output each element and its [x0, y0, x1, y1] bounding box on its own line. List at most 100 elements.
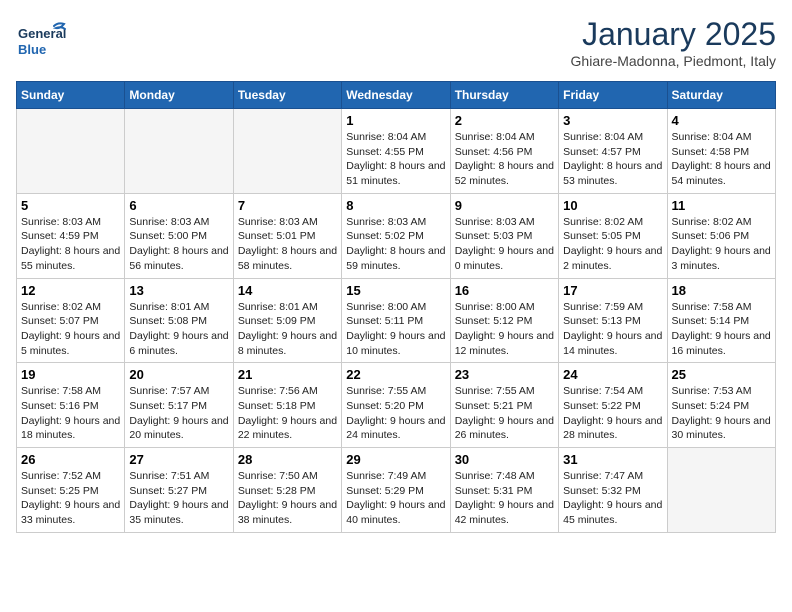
day-number: 13: [129, 283, 228, 298]
day-number: 19: [21, 367, 120, 382]
day-number: 23: [455, 367, 554, 382]
day-number: 25: [672, 367, 771, 382]
day-number: 5: [21, 198, 120, 213]
day-info: Sunrise: 7:49 AM Sunset: 5:29 PM Dayligh…: [346, 469, 445, 528]
day-number: 4: [672, 113, 771, 128]
day-header-saturday: Saturday: [667, 82, 775, 109]
day-info: Sunrise: 7:55 AM Sunset: 5:20 PM Dayligh…: [346, 384, 445, 443]
calendar-cell: 20Sunrise: 7:57 AM Sunset: 5:17 PM Dayli…: [125, 363, 233, 448]
calendar-cell: 27 Sunrise: 7:51 AM Sunset: 5:27 PM Dayli…: [125, 448, 233, 533]
day-number: 28: [238, 452, 337, 467]
calendar-cell: 15Sunrise: 8:00 AM Sunset: 5:11 PM Dayli…: [342, 278, 450, 363]
calendar-cell: 5 Sunrise: 8:03 AM Sunset: 4:59 PM Daylig…: [17, 193, 125, 278]
calendar-table: SundayMondayTuesdayWednesdayThursdayFrid…: [16, 81, 776, 533]
day-info: Sunrise: 8:01 AM Sunset: 5:09 PM Dayligh…: [238, 300, 337, 359]
calendar-cell: 25Sunrise: 7:53 AM Sunset: 5:24 PM Dayli…: [667, 363, 775, 448]
day-number: 27: [129, 452, 228, 467]
location: Ghiare-Madonna, Piedmont, Italy: [571, 53, 776, 69]
day-info: Sunrise: 8:04 AM Sunset: 4:57 PM Dayligh…: [563, 130, 662, 189]
day-number: 3: [563, 113, 662, 128]
day-info: Sunrise: 7:52 AM Sunset: 5:25 PM Dayligh…: [21, 469, 120, 528]
logo: General Blue: [16, 16, 70, 71]
calendar-cell: 18Sunrise: 7:58 AM Sunset: 5:14 PM Dayli…: [667, 278, 775, 363]
calendar-cell: [125, 109, 233, 194]
day-info: Sunrise: 7:56 AM Sunset: 5:18 PM Dayligh…: [238, 384, 337, 443]
calendar-cell: 30 Sunrise: 7:48 AM Sunset: 5:31 PM Dayli…: [450, 448, 558, 533]
calendar-cell: 12Sunrise: 8:02 AM Sunset: 5:07 PM Dayli…: [17, 278, 125, 363]
calendar-cell: 2 Sunrise: 8:04 AM Sunset: 4:56 PM Daylig…: [450, 109, 558, 194]
day-number: 14: [238, 283, 337, 298]
day-info: Sunrise: 7:57 AM Sunset: 5:17 PM Dayligh…: [129, 384, 228, 443]
calendar-cell: 21 Sunrise: 7:56 AM Sunset: 5:18 PM Dayli…: [233, 363, 341, 448]
day-number: 26: [21, 452, 120, 467]
day-header-thursday: Thursday: [450, 82, 558, 109]
calendar-cell: 19 Sunrise: 7:58 AM Sunset: 5:16 PM Dayli…: [17, 363, 125, 448]
calendar-cell: 8 Sunrise: 8:03 AM Sunset: 5:02 PM Daylig…: [342, 193, 450, 278]
day-info: Sunrise: 7:59 AM Sunset: 5:13 PM Dayligh…: [563, 300, 662, 359]
day-info: Sunrise: 7:58 AM Sunset: 5:16 PM Dayligh…: [21, 384, 120, 443]
day-header-wednesday: Wednesday: [342, 82, 450, 109]
calendar-cell: 29 Sunrise: 7:49 AM Sunset: 5:29 PM Dayli…: [342, 448, 450, 533]
day-number: 1: [346, 113, 445, 128]
calendar-cell: 13 Sunrise: 8:01 AM Sunset: 5:08 PM Dayli…: [125, 278, 233, 363]
calendar-cell: 1 Sunrise: 8:04 AM Sunset: 4:55 PM Daylig…: [342, 109, 450, 194]
day-info: Sunrise: 8:03 AM Sunset: 5:03 PM Dayligh…: [455, 215, 554, 274]
day-info: Sunrise: 8:00 AM Sunset: 5:11 PM Dayligh…: [346, 300, 445, 359]
day-number: 11: [672, 198, 771, 213]
calendar-cell: [667, 448, 775, 533]
day-info: Sunrise: 8:01 AM Sunset: 5:08 PM Dayligh…: [129, 300, 228, 359]
calendar-cell: 3 Sunrise: 8:04 AM Sunset: 4:57 PM Daylig…: [559, 109, 667, 194]
day-number: 29: [346, 452, 445, 467]
calendar-cell: 14 Sunrise: 8:01 AM Sunset: 5:09 PM Dayli…: [233, 278, 341, 363]
day-info: Sunrise: 8:02 AM Sunset: 5:05 PM Dayligh…: [563, 215, 662, 274]
calendar-cell: 9 Sunrise: 8:03 AM Sunset: 5:03 PM Daylig…: [450, 193, 558, 278]
day-info: Sunrise: 7:54 AM Sunset: 5:22 PM Dayligh…: [563, 384, 662, 443]
calendar-cell: 23 Sunrise: 7:55 AM Sunset: 5:21 PM Dayli…: [450, 363, 558, 448]
day-info: Sunrise: 7:55 AM Sunset: 5:21 PM Dayligh…: [455, 384, 554, 443]
day-info: Sunrise: 8:00 AM Sunset: 5:12 PM Dayligh…: [455, 300, 554, 359]
day-info: Sunrise: 7:58 AM Sunset: 5:14 PM Dayligh…: [672, 300, 771, 359]
title-block: January 2025 Ghiare-Madonna, Piedmont, I…: [571, 16, 776, 69]
calendar-cell: 24 Sunrise: 7:54 AM Sunset: 5:22 PM Dayli…: [559, 363, 667, 448]
calendar-cell: 11 Sunrise: 8:02 AM Sunset: 5:06 PM Dayli…: [667, 193, 775, 278]
day-number: 24: [563, 367, 662, 382]
calendar-cell: 16 Sunrise: 8:00 AM Sunset: 5:12 PM Dayli…: [450, 278, 558, 363]
calendar-cell: 6 Sunrise: 8:03 AM Sunset: 5:00 PM Daylig…: [125, 193, 233, 278]
day-info: Sunrise: 7:51 AM Sunset: 5:27 PM Dayligh…: [129, 469, 228, 528]
day-number: 22: [346, 367, 445, 382]
calendar-cell: [17, 109, 125, 194]
day-header-sunday: Sunday: [17, 82, 125, 109]
day-info: Sunrise: 8:03 AM Sunset: 4:59 PM Dayligh…: [21, 215, 120, 274]
day-number: 21: [238, 367, 337, 382]
svg-text:Blue: Blue: [18, 42, 46, 57]
calendar-cell: 7Sunrise: 8:03 AM Sunset: 5:01 PM Daylig…: [233, 193, 341, 278]
calendar-cell: 28Sunrise: 7:50 AM Sunset: 5:28 PM Dayli…: [233, 448, 341, 533]
day-info: Sunrise: 7:47 AM Sunset: 5:32 PM Dayligh…: [563, 469, 662, 528]
calendar-cell: 17 Sunrise: 7:59 AM Sunset: 5:13 PM Dayli…: [559, 278, 667, 363]
day-info: Sunrise: 8:03 AM Sunset: 5:00 PM Dayligh…: [129, 215, 228, 274]
month-title: January 2025: [571, 16, 776, 53]
day-number: 30: [455, 452, 554, 467]
page-header: General Blue January 2025 Ghiare-Madonna…: [16, 16, 776, 71]
day-header-monday: Monday: [125, 82, 233, 109]
calendar-cell: [233, 109, 341, 194]
day-number: 17: [563, 283, 662, 298]
day-info: Sunrise: 8:02 AM Sunset: 5:06 PM Dayligh…: [672, 215, 771, 274]
calendar-cell: 26 Sunrise: 7:52 AM Sunset: 5:25 PM Dayli…: [17, 448, 125, 533]
day-number: 9: [455, 198, 554, 213]
day-number: 16: [455, 283, 554, 298]
day-number: 8: [346, 198, 445, 213]
day-info: Sunrise: 8:04 AM Sunset: 4:55 PM Dayligh…: [346, 130, 445, 189]
day-number: 31: [563, 452, 662, 467]
calendar-cell: 22 Sunrise: 7:55 AM Sunset: 5:20 PM Dayli…: [342, 363, 450, 448]
day-number: 10: [563, 198, 662, 213]
day-number: 6: [129, 198, 228, 213]
day-number: 2: [455, 113, 554, 128]
calendar-cell: 4Sunrise: 8:04 AM Sunset: 4:58 PM Daylig…: [667, 109, 775, 194]
day-info: Sunrise: 8:04 AM Sunset: 4:56 PM Dayligh…: [455, 130, 554, 189]
calendar-cell: 10 Sunrise: 8:02 AM Sunset: 5:05 PM Dayli…: [559, 193, 667, 278]
day-info: Sunrise: 8:03 AM Sunset: 5:02 PM Dayligh…: [346, 215, 445, 274]
day-info: Sunrise: 7:48 AM Sunset: 5:31 PM Dayligh…: [455, 469, 554, 528]
calendar-cell: 31 Sunrise: 7:47 AM Sunset: 5:32 PM Dayli…: [559, 448, 667, 533]
day-header-friday: Friday: [559, 82, 667, 109]
